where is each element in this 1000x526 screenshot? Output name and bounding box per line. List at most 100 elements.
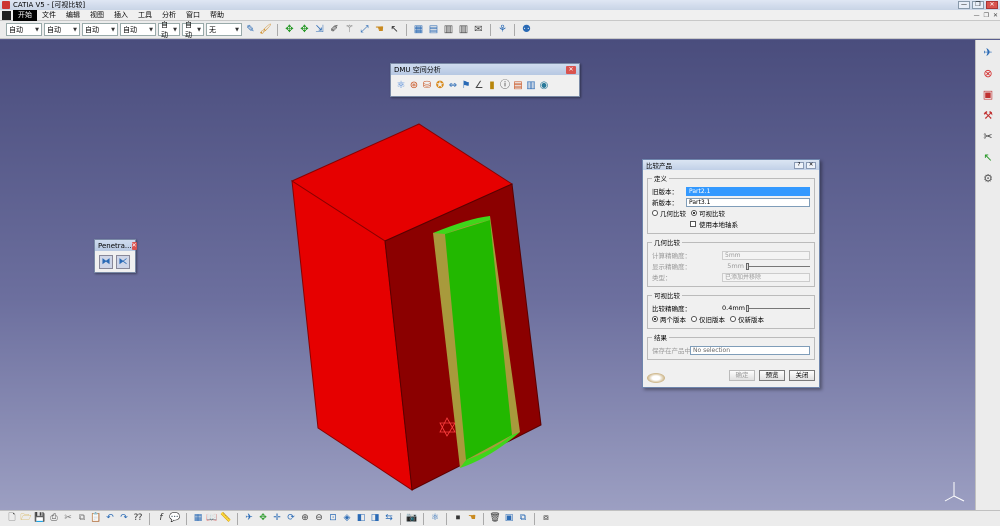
minimize-button[interactable]: — <box>958 1 970 9</box>
grid-icon[interactable]: ▥ <box>457 23 470 36</box>
preview-button[interactable]: 预览 <box>759 370 785 381</box>
visual-accuracy-slider[interactable] <box>746 304 810 313</box>
line-weight-combo[interactable]: 自动 ▼ <box>82 23 118 36</box>
brush-icon[interactable]: 🖌 <box>259 23 272 36</box>
doc-close-button[interactable]: ✕ <box>993 12 998 19</box>
clash-icon[interactable]: ⚛ <box>429 513 441 525</box>
menu-tools[interactable]: 工具 <box>133 10 157 21</box>
new-version-field[interactable]: Part3.1 <box>686 197 810 207</box>
penetration-reverse-icon[interactable]: ⧔ <box>116 255 130 269</box>
new-only-radio[interactable]: 仅新版本 <box>730 314 764 324</box>
shading-icon[interactable]: ◧ <box>355 513 367 525</box>
dmu-toolbar-header[interactable]: DMU 空间分析 ✕ <box>391 64 579 75</box>
model-geometry[interactable] <box>0 40 975 510</box>
arrange-icon[interactable]: ⧇ <box>540 513 552 525</box>
comment-icon[interactable]: 💬 <box>169 513 181 525</box>
multi-icon[interactable]: ⧉ <box>517 513 529 525</box>
band-icon[interactable]: ⛁ <box>421 78 433 92</box>
stop-icon[interactable]: ⏹ <box>452 513 464 525</box>
camera-icon[interactable]: 📷 <box>406 513 418 525</box>
share-icon[interactable]: ⚉ <box>520 23 533 36</box>
cursor-icon[interactable]: ↖ <box>388 23 401 36</box>
table-add-icon[interactable]: ▤ <box>427 23 440 36</box>
ok-button[interactable]: 确定 <box>729 370 755 381</box>
use-local-axis-checkbox[interactable]: 使用本地轴系 <box>690 219 738 229</box>
radio-button[interactable] <box>691 316 697 322</box>
profile-icon[interactable]: ⚑ <box>460 78 472 92</box>
paint-icon[interactable]: ✎ <box>244 23 257 36</box>
checkbox-box[interactable] <box>690 221 696 227</box>
copy-icon[interactable]: ⧉ <box>76 513 88 525</box>
radio-button-selected[interactable] <box>652 316 658 322</box>
compare-icon[interactable]: ⇔ <box>447 78 459 92</box>
zoomin-icon[interactable]: ⊕ <box>299 513 311 525</box>
radio-button[interactable] <box>730 316 736 322</box>
note-icon[interactable]: ✉ <box>472 23 485 36</box>
catalog-icon[interactable]: 📖 <box>206 513 218 525</box>
close-icon[interactable]: ✕ <box>566 65 576 74</box>
dmu-review-icon[interactable]: ✈ <box>982 46 995 59</box>
swap-icon[interactable]: ⇆ <box>383 513 395 525</box>
help-icon[interactable]: ? <box>794 161 804 169</box>
penetration-toolbar-header[interactable]: Penetra... ✕ <box>95 240 137 251</box>
group-icon[interactable]: ▥ <box>525 78 537 92</box>
table-icon[interactable]: ▦ <box>192 513 204 525</box>
visual-compare-radio[interactable]: 可视比较 <box>691 208 725 218</box>
3d-viewport[interactable] <box>0 40 975 510</box>
new-icon[interactable]: 🗋 <box>6 513 18 525</box>
old-only-radio[interactable]: 仅旧版本 <box>691 314 725 324</box>
both-versions-radio[interactable]: 两个版本 <box>652 314 686 324</box>
doc-minimize-button[interactable]: — <box>974 12 980 19</box>
geometric-compare-radio[interactable]: 几何比较 <box>652 208 686 218</box>
grid-icon[interactable]: ▥ <box>442 23 455 36</box>
hand-icon[interactable]: ☚ <box>466 513 478 525</box>
settings-icon[interactable]: ⚙ <box>982 172 995 185</box>
thickness-icon[interactable]: ▮ <box>486 78 498 92</box>
menu-help[interactable]: 帮助 <box>205 10 229 21</box>
penetration-toolbar[interactable]: Penetra... ✕ ⧓ ⧔ <box>94 239 137 273</box>
formula-icon[interactable]: f <box>155 513 167 525</box>
line-type-combo[interactable]: 自动 ▼ <box>120 23 156 36</box>
slider-thumb[interactable] <box>746 304 749 312</box>
menu-view[interactable]: 视图 <box>85 10 109 21</box>
pan-icon[interactable]: ✛ <box>271 513 283 525</box>
old-version-field[interactable]: Part2.1 <box>686 186 810 196</box>
penetration-icon[interactable]: ⧓ <box>99 255 113 269</box>
zoomout-icon[interactable]: ⊖ <box>313 513 325 525</box>
sections-icon[interactable]: ✪ <box>434 78 446 92</box>
cut-icon[interactable]: ✂ <box>62 513 74 525</box>
redo-icon[interactable]: ↷ <box>118 513 130 525</box>
close-icon[interactable]: ✕ <box>806 161 816 169</box>
menu-edit[interactable]: 编辑 <box>61 10 85 21</box>
pencil-icon[interactable]: ✐ <box>328 23 341 36</box>
angle-icon[interactable]: ∠ <box>473 78 485 92</box>
fly-icon[interactable]: ✈ <box>243 513 255 525</box>
snap-icon[interactable]: ⇲ <box>313 23 326 36</box>
distance-icon[interactable]: ⊛ <box>408 78 420 92</box>
tree-icon[interactable]: ⚘ <box>496 23 509 36</box>
radio-button[interactable] <box>652 210 658 216</box>
dmu-space-analysis-toolbar[interactable]: DMU 空间分析 ✕ ⚛ ⊛ ⛁ ✪ ⇔ ⚑ ∠ ▮ ⓘ ▤ ▥ ◉ <box>390 63 580 97</box>
select-icon[interactable]: ↖ <box>982 151 995 164</box>
table-icon[interactable]: ▦ <box>412 23 425 36</box>
menu-file[interactable]: 文件 <box>37 10 61 21</box>
menu-insert[interactable]: 插入 <box>109 10 133 21</box>
layer-combo[interactable]: 自动 ▼ <box>182 21 204 39</box>
help-icon[interactable]: ⁇ <box>132 513 144 525</box>
normal-view-icon[interactable]: ⊡ <box>327 513 339 525</box>
rotate-icon[interactable]: ⟳ <box>285 513 297 525</box>
info-icon[interactable]: ⓘ <box>499 78 511 92</box>
wand-icon[interactable]: ⚚ <box>343 23 356 36</box>
paste-icon[interactable]: 📋 <box>90 513 102 525</box>
close-icon[interactable]: ✕ <box>131 241 137 250</box>
maximize-button[interactable]: ❐ <box>972 1 984 9</box>
radio-button-selected[interactable] <box>691 210 697 216</box>
hand-icon[interactable]: ☚ <box>373 23 386 36</box>
product-icon[interactable]: ▣ <box>982 88 995 101</box>
close-window-button[interactable]: ✕ <box>986 1 998 9</box>
undo-icon[interactable]: ↶ <box>104 513 116 525</box>
measure-icon[interactable]: 📏 <box>220 513 232 525</box>
clash-icon[interactable]: ⚛ <box>395 78 407 92</box>
cancel-icon[interactable]: ⊗ <box>982 67 995 80</box>
measure-icon[interactable]: ⚒ <box>982 109 995 122</box>
